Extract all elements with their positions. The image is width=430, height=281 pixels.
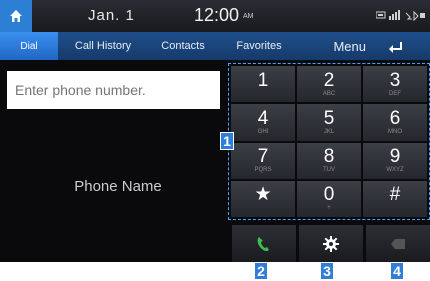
callout-label-3: 3	[320, 262, 334, 280]
callout-label-1: 1	[220, 132, 234, 150]
key-digit: 5	[323, 107, 335, 129]
key-digit: 3	[389, 69, 401, 91]
tab-call-history[interactable]: Call History	[58, 32, 148, 60]
key-6[interactable]: 6 MNO	[363, 104, 427, 141]
key-3[interactable]: 3 DEF	[363, 66, 427, 103]
key-1[interactable]: 1	[231, 66, 295, 103]
key-digit: 8	[323, 146, 335, 168]
tab-bar: Dial Call History Contacts Favorites Men…	[0, 32, 430, 60]
key-digit: #	[389, 184, 401, 206]
key-digit: 7	[257, 146, 269, 168]
action-row	[232, 225, 430, 262]
tab-contacts[interactable]: Contacts	[148, 32, 218, 60]
gear-icon	[323, 235, 339, 252]
callout-label-2: 2	[254, 262, 268, 280]
status-date: Jan. 1	[88, 7, 135, 24]
settings-button[interactable]	[299, 225, 363, 262]
key-digit: 4	[257, 107, 269, 129]
backspace-button[interactable]	[366, 225, 430, 262]
key-0[interactable]: 0 +	[297, 180, 361, 217]
tab-favorites[interactable]: Favorites	[218, 32, 300, 60]
call-button[interactable]	[232, 225, 296, 262]
key-letters: PQRS	[254, 167, 272, 174]
key-letters: MNO	[388, 128, 402, 135]
key-letters: WXYZ	[386, 167, 404, 174]
backspace-icon	[391, 238, 405, 249]
dial-keypad: 1 2 ABC 3 DEF 4 GHI 5 JKL 6 MNO 7 PQRS 8 TUV 9W…	[228, 63, 430, 220]
key-8[interactable]: 8 TUV	[297, 142, 361, 179]
key-2[interactable]: 2 ABC	[297, 66, 361, 103]
key-digit: 2	[323, 69, 335, 91]
home-button[interactable]	[0, 0, 32, 32]
key-digit: 6	[389, 107, 401, 129]
key-digit: 1	[257, 69, 269, 91]
back-button[interactable]	[372, 32, 420, 60]
menu-button[interactable]: Menu	[300, 32, 372, 60]
key-hash[interactable]: #	[363, 180, 427, 217]
key-star[interactable]: ★	[231, 180, 295, 217]
call-icon	[257, 236, 269, 251]
key-letters: TUV	[323, 167, 335, 174]
key-letters: ABC	[322, 90, 336, 97]
key-digit: 9	[389, 146, 401, 168]
key-5[interactable]: 5 JKL	[297, 104, 361, 141]
tab-dial[interactable]: Dial	[0, 32, 58, 60]
status-time: 12:00	[194, 5, 240, 25]
home-icon	[10, 10, 22, 22]
phone-name-label: Phone Name	[74, 178, 162, 195]
key-letters: GHI	[257, 128, 269, 135]
key-digit: ★	[254, 184, 272, 206]
key-digit: 0	[323, 184, 335, 206]
status-indicators-icon	[376, 10, 425, 21]
back-arrow-icon	[389, 42, 402, 53]
key-letters: DEF	[389, 90, 401, 97]
key-letters: JKL	[323, 128, 335, 135]
key-9[interactable]: 9 WXYZ	[363, 142, 427, 179]
status-bar: Jan. 1 12:00 AM	[0, 0, 430, 32]
callout-label-4: 4	[390, 262, 404, 280]
phone-number-input[interactable]	[7, 71, 220, 109]
key-letters: +	[327, 205, 331, 212]
key-7[interactable]: 7 PQRS	[231, 142, 295, 179]
key-4[interactable]: 4 GHI	[231, 104, 295, 141]
phone-screen: Jan. 1 12:00 AM Dial Call History Contac…	[0, 0, 430, 262]
status-ampm: AM	[243, 13, 254, 20]
